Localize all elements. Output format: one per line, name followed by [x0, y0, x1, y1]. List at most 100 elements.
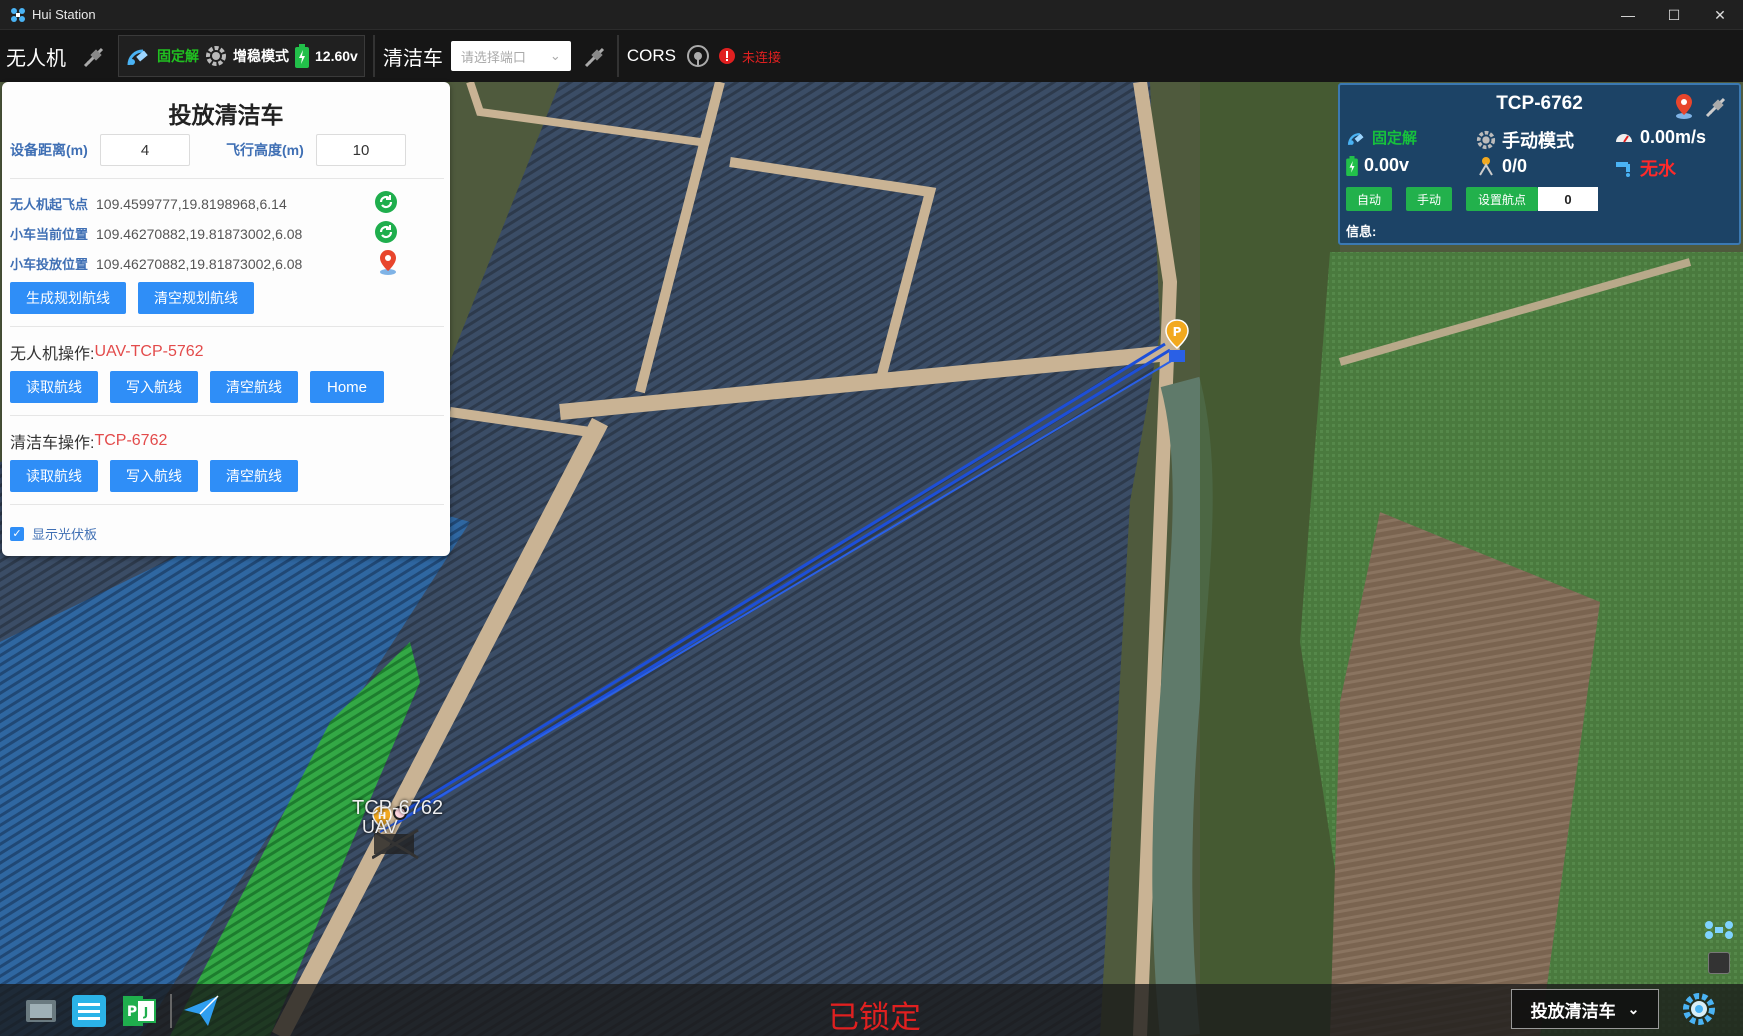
show-panels-label: 显示光伏板 [32, 527, 98, 542]
cleaner-waypoints: 0/0 [1502, 155, 1528, 176]
height-label: 飞行高度(m) [226, 142, 304, 158]
takeoff-label: 无人机起飞点 [10, 197, 89, 212]
location-pin-icon[interactable] [378, 249, 398, 278]
cleaner-voltage: 0.00v [1364, 155, 1410, 175]
cors-status: 未连接 [741, 49, 781, 65]
top-toolbar: 无人机 固定解 增稳模式 12.60v 清洁车 请选择端口 ⌄ CORS 未连接 [0, 30, 1743, 82]
info-label: 信息: [1346, 224, 1377, 239]
cleaner-plug-icon[interactable] [1704, 93, 1730, 124]
car-clear-route-button[interactable]: 清空航线 [210, 460, 298, 492]
drone-voltage: 12.60v [315, 48, 358, 64]
app-window: P H TCP-6762 UAV Hui Station — ☐ ✕ 无人机 固… [0, 0, 1743, 1036]
uav-marker-label: UAV [362, 817, 398, 837]
car-name: TCP-6762 [94, 432, 168, 449]
cleaner-water: 无水 [1640, 159, 1676, 179]
bottom-bar: PJ 已锁定 投放清洁车 ⌄ [0, 984, 1743, 1036]
parking-marker-icon[interactable]: P [1164, 318, 1190, 370]
satellite-icon [1347, 132, 1364, 145]
uav-operation-label: 无人机操作: [10, 346, 95, 363]
refresh-car-position-icon[interactable] [374, 220, 398, 247]
svg-text:P: P [127, 1004, 137, 1020]
drop-position-row: 小车投放位置 109.46270882,19.81873002,6.08 [10, 250, 410, 275]
uav-read-route-button[interactable]: 读取航线 [10, 371, 98, 403]
car-buttons-row: 读取航线 写入航线 清空航线 [10, 460, 298, 492]
height-input[interactable]: 10 [316, 134, 406, 166]
car-position-row: 小车当前位置 109.46270882,19.81873002,6.08 [10, 221, 410, 243]
speedometer-icon [1616, 133, 1632, 143]
toolbar-divider-2 [616, 35, 619, 77]
distance-row: 设备距离(m) 4 飞行高度(m) 10 [10, 134, 406, 166]
show-panels-row: ✓ 显示光伏板 [10, 524, 97, 543]
port-select[interactable]: 请选择端口 ⌄ [450, 41, 571, 71]
cleaner-waypoints-item: 0/0 [1476, 155, 1527, 177]
waypoint-icon [1479, 157, 1493, 176]
manual-button[interactable]: 手动 [1406, 187, 1452, 211]
drone-connect-plug-icon[interactable] [82, 43, 108, 69]
car-read-route-button[interactable]: 读取航线 [10, 460, 98, 492]
divider [10, 326, 444, 327]
mode-select[interactable]: 投放清洁车 ⌄ [1511, 989, 1659, 1029]
clear-plan-button[interactable]: 清空规划航线 [138, 282, 254, 314]
water-tap-icon [1616, 162, 1630, 177]
uav-write-route-button[interactable]: 写入航线 [110, 371, 198, 403]
cleaner-label: 清洁车 [382, 47, 443, 70]
divider [10, 178, 444, 179]
show-panels-checkbox[interactable]: ✓ [10, 526, 24, 541]
settings-gear-icon[interactable] [1680, 990, 1718, 1028]
distance-input[interactable]: 4 [100, 134, 190, 166]
fix-status: 固定解 [157, 48, 199, 64]
cleaner-connect-plug-icon[interactable] [583, 43, 609, 69]
car-operation-row: 清洁车操作: TCP-6762 [10, 429, 167, 453]
svg-text:P: P [1173, 325, 1182, 339]
cleaner-water-item: 无水 [1614, 155, 1676, 181]
toolbar-divider [372, 35, 375, 77]
cleaner-mode: 手动模式 [1502, 131, 1574, 151]
port-select-placeholder: 请选择端口 [460, 49, 526, 65]
video-recorder-icon[interactable] [22, 992, 60, 1030]
satellite-icon [127, 49, 148, 66]
uav-clear-route-button[interactable]: 清空航线 [210, 371, 298, 403]
car-write-route-button[interactable]: 写入航线 [110, 460, 198, 492]
title-bar: Hui Station — ☐ ✕ [0, 0, 1743, 30]
cleaner-voltage-item: 0.00v [1346, 155, 1409, 176]
takeoff-value: 109.4599777,19.8198968,6.14 [96, 195, 287, 212]
refresh-takeoff-icon[interactable] [374, 190, 398, 217]
locate-pin-icon[interactable] [1673, 93, 1695, 124]
drone-label: 无人机 [6, 47, 66, 70]
mode-select-value: 投放清洁车 [1530, 1001, 1616, 1021]
window-title: Hui Station [32, 7, 96, 22]
flight-mode: 增稳模式 [233, 48, 289, 64]
notes-icon[interactable] [70, 992, 108, 1030]
divider [10, 504, 444, 505]
cleaner-status-panel: TCP-6762 固定解 手动模式 0.00m/s 0.00v 0/0 无水 自… [1338, 83, 1741, 245]
close-icon[interactable]: ✕ [1697, 0, 1743, 30]
plan-buttons-row: 生成规划航线 清空规划航线 [10, 282, 254, 314]
set-waypoint-button[interactable]: 设置航点 [1466, 187, 1538, 211]
panel-title: 投放清洁车 [168, 102, 284, 128]
cleaner-speed-item: 0.00m/s [1614, 127, 1706, 148]
svg-text:J: J [143, 1005, 148, 1019]
uav-home-button[interactable]: Home [310, 371, 384, 403]
uav-buttons-row: 读取航线 写入航线 清空航线 Home [10, 371, 384, 403]
cleaner-speed: 0.00m/s [1640, 127, 1707, 147]
keyboard-icon[interactable] [1708, 952, 1730, 974]
car-position-label: 小车当前位置 [10, 227, 89, 242]
drop-position-label: 小车投放位置 [10, 257, 89, 272]
maximize-icon[interactable]: ☐ [1651, 0, 1697, 30]
cleaner-fix-item: 固定解 [1346, 127, 1417, 148]
send-plane-icon[interactable] [182, 992, 220, 1030]
auto-button[interactable]: 自动 [1346, 187, 1392, 211]
chevron-down-icon: ⌄ [549, 48, 561, 63]
battery-icon [1346, 155, 1358, 176]
bottom-divider [170, 994, 172, 1028]
waypoint-input[interactable]: 0 [1538, 187, 1598, 211]
minimize-icon[interactable]: — [1605, 0, 1651, 30]
drone-view-icon[interactable] [1704, 917, 1734, 943]
gear-mode-icon [206, 46, 226, 66]
cors-label: CORS [626, 46, 676, 65]
generate-plan-button[interactable]: 生成规划航线 [10, 282, 126, 314]
pj-app-icon[interactable]: PJ [120, 992, 158, 1030]
chevron-down-icon: ⌄ [1627, 1000, 1640, 1017]
cleaner-mode-item: 手动模式 [1476, 127, 1574, 153]
alert-icon [718, 47, 736, 65]
